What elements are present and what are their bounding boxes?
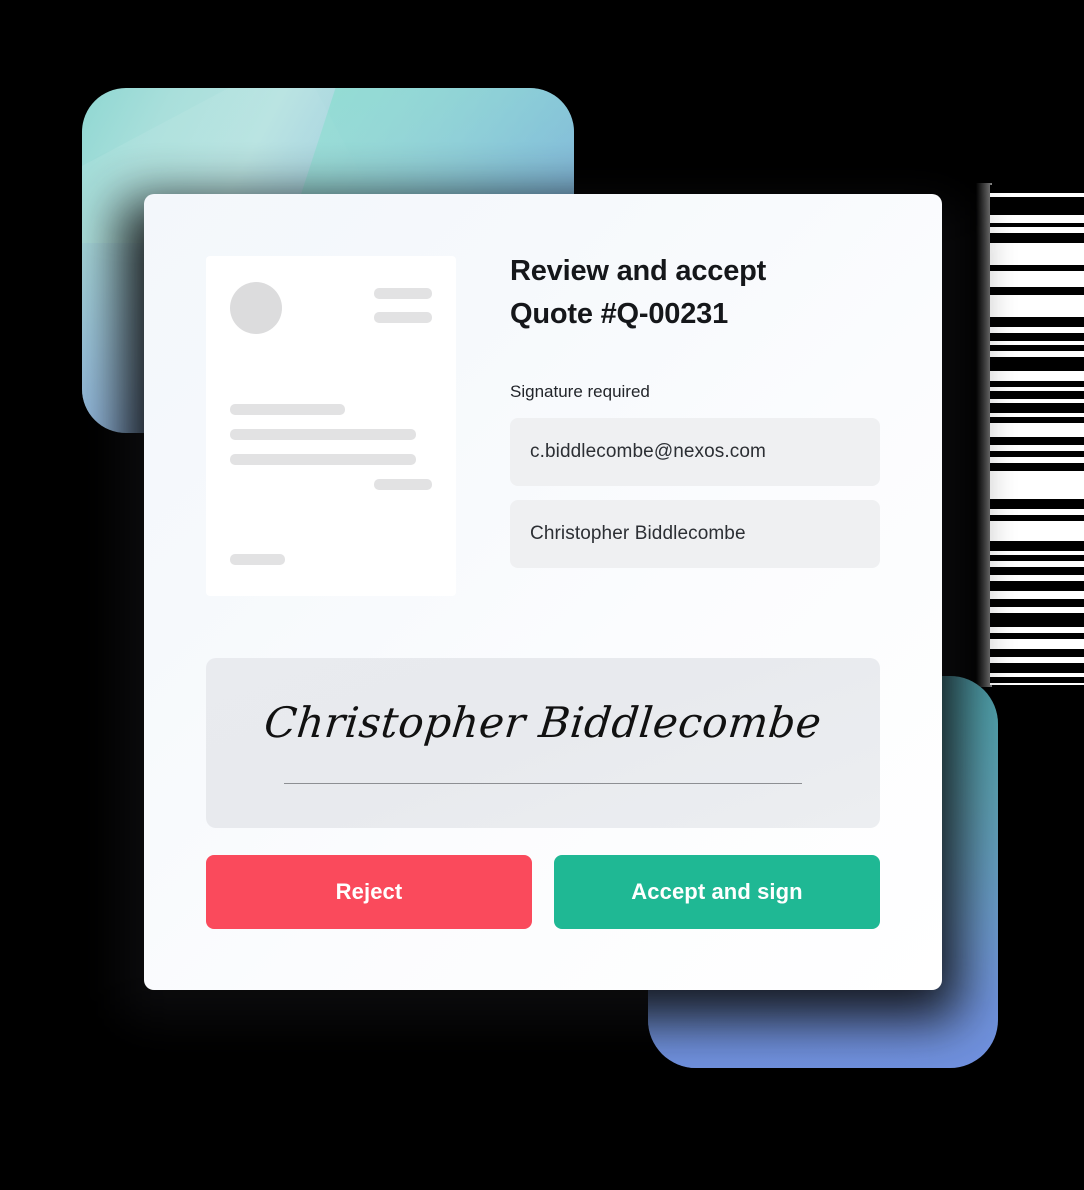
quote-document-preview[interactable] xyxy=(206,256,456,596)
barcode-gap xyxy=(990,243,1084,265)
barcode-gap xyxy=(990,471,1084,499)
barcode-bar xyxy=(990,581,1084,591)
signature-pad[interactable]: Christopher Biddlecombe xyxy=(206,658,880,828)
barcode-bar xyxy=(990,197,1084,215)
barcode-gap xyxy=(990,639,1084,649)
signature-required-label: Signature required xyxy=(510,382,650,401)
accept-and-sign-button[interactable]: Accept and sign xyxy=(554,855,880,929)
document-footer-line xyxy=(230,554,285,565)
barcode-bar xyxy=(990,185,1084,193)
barcode-bar xyxy=(990,613,1084,627)
barcode-gap xyxy=(990,371,1084,381)
barcode-bar xyxy=(990,649,1084,657)
page-title: Review and accept Quote #Q-00231 xyxy=(510,255,767,330)
document-total-line xyxy=(374,479,432,490)
signature-form: Review and accept Quote #Q-00231 Signatu… xyxy=(510,250,880,568)
barcode-bar xyxy=(990,391,1084,399)
dialog-actions: Reject Accept and sign xyxy=(206,855,880,929)
barcode-gap xyxy=(990,521,1084,541)
canvas: Review and accept Quote #Q-00231 Signatu… xyxy=(0,0,1084,1190)
document-header-line xyxy=(374,288,432,299)
barcode-bar xyxy=(990,663,1084,673)
email-field[interactable]: c.biddlecombe@nexos.com xyxy=(510,418,880,486)
barcode-bar xyxy=(990,599,1084,607)
document-body-line xyxy=(230,404,345,415)
document-body-line xyxy=(230,429,416,440)
reject-button[interactable]: Reject xyxy=(206,855,532,929)
full-name-field[interactable]: Christopher Biddlecombe xyxy=(510,500,880,568)
barcode-bar xyxy=(990,233,1084,243)
signature-baseline xyxy=(284,783,802,784)
barcode-bar xyxy=(990,463,1084,471)
barcode-gap xyxy=(990,215,1084,223)
barcode-gap xyxy=(990,683,1084,685)
document-header-line xyxy=(374,312,432,323)
barcode-bar xyxy=(990,403,1084,413)
barcode-bar xyxy=(990,567,1084,575)
barcode-gap xyxy=(990,591,1084,599)
signature-value: Christopher Biddlecombe xyxy=(261,698,825,747)
barcode-bar xyxy=(990,317,1084,327)
barcode-bar xyxy=(990,499,1084,509)
barcode-gap xyxy=(990,295,1084,317)
barcode-gap xyxy=(990,423,1084,437)
dialog-top-row: Review and accept Quote #Q-00231 Signatu… xyxy=(144,194,942,664)
document-logo-placeholder xyxy=(230,282,282,334)
document-body-line xyxy=(230,454,416,465)
barcode-gap xyxy=(990,271,1084,287)
barcode-bar xyxy=(990,357,1084,371)
barcode-bar xyxy=(990,287,1084,295)
barcode-bar xyxy=(990,437,1084,445)
barcode-bar xyxy=(990,333,1084,341)
barcode-bar xyxy=(990,541,1084,551)
barcode-strip xyxy=(990,185,1084,685)
review-and-accept-dialog: Review and accept Quote #Q-00231 Signatu… xyxy=(144,194,942,990)
